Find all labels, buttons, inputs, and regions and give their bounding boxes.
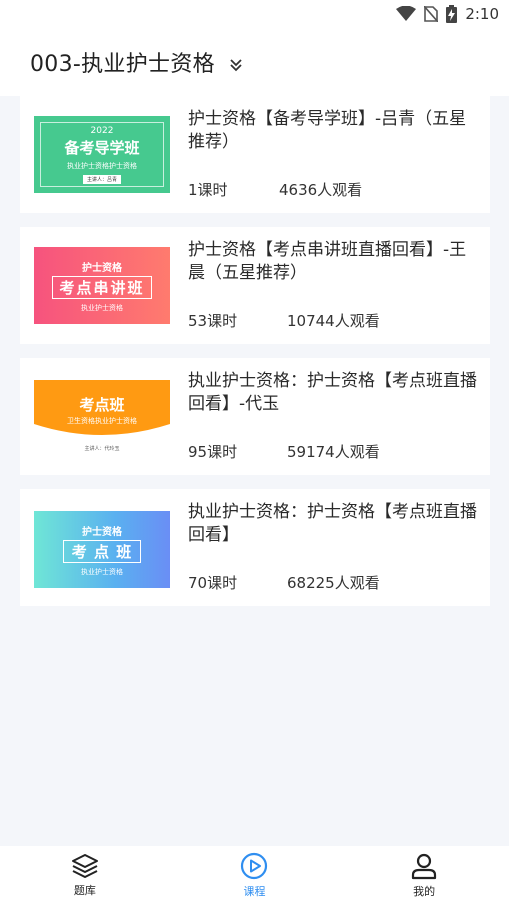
page-header: 003-执业护士资格 <box>0 28 509 96</box>
thumbnail-lecturer: 主讲人：代玲玉 <box>84 446 120 452</box>
thumbnail-sub: 卫生资格执业护士资格 <box>67 417 137 425</box>
course-meta: 70课时 68225人观看 <box>188 572 380 593</box>
course-card[interactable]: 护士资格 考点串讲班 执业护士资格 护士资格【考点串讲班直播回看】-王晨（五星推… <box>20 227 490 344</box>
course-card[interactable]: 护士资格 考 点 班 执业护士资格 执业护士资格：护士资格【考点班直播回看】 7… <box>20 489 490 606</box>
view-count: 59174人观看 <box>287 443 380 461</box>
course-info: 执业护士资格：护士资格【考点班直播回看】-代玉 <box>188 370 482 416</box>
course-list: 2022 备考导学班 执业护士资格护士资格 主讲人：吕青 护士资格【备考导学班】… <box>20 96 490 620</box>
course-thumbnail: 护士资格 考点串讲班 执业护士资格 <box>34 247 170 324</box>
thumbnail-sub: 执业护士资格 <box>81 567 123 576</box>
course-info: 护士资格【备考导学班】-吕青（五星推荐） <box>188 108 482 154</box>
battery-charging-icon <box>446 5 458 23</box>
thumbnail-top: 护士资格 <box>82 526 122 538</box>
course-title: 执业护士资格：护士资格【考点班直播回看】 <box>188 502 477 545</box>
tab-mine[interactable]: 我的 <box>364 852 484 899</box>
page-title: 003-执业护士资格 <box>30 52 215 77</box>
tab-label: 我的 <box>413 884 436 898</box>
thumbnail-sub: 执业护士资格 <box>81 303 123 312</box>
course-meta: 1课时 4636人观看 <box>188 179 362 200</box>
lesson-count: 70课时 <box>188 574 238 592</box>
thumbnail-main: 考点串讲班 <box>52 275 152 299</box>
chevron-double-down-icon[interactable] <box>229 58 243 72</box>
course-title: 护士资格【备考导学班】-吕青（五星推荐） <box>188 109 467 152</box>
tab-courses[interactable]: 课程 <box>194 852 314 899</box>
clock: 2:10 <box>465 5 499 23</box>
view-count: 4636人观看 <box>279 181 363 199</box>
view-count: 68225人观看 <box>287 574 380 592</box>
tab-question-bank[interactable]: 题库 <box>25 853 145 898</box>
tab-label: 课程 <box>243 884 266 898</box>
view-count: 10744人观看 <box>287 312 380 330</box>
thumbnail-main: 考 点 班 <box>62 539 142 563</box>
layers-icon <box>71 853 98 878</box>
course-meta: 95课时 59174人观看 <box>188 441 380 462</box>
status-bar: 2:10 <box>0 0 509 28</box>
thumbnail-main: 考点班 <box>79 396 125 414</box>
tab-label: 题库 <box>73 883 96 897</box>
course-thumbnail: 2022 备考导学班 执业护士资格护士资格 主讲人：吕青 <box>34 116 170 193</box>
course-info: 执业护士资格：护士资格【考点班直播回看】 <box>188 501 482 547</box>
person-icon <box>412 853 437 879</box>
thumbnail-frame <box>40 122 164 187</box>
thumbnail-top: 护士资格 <box>82 262 122 274</box>
course-title: 护士资格【考点串讲班直播回看】-王晨（五星推荐） <box>188 240 467 283</box>
course-title: 执业护士资格：护士资格【考点班直播回看】-代玉 <box>188 371 477 414</box>
lesson-count: 1课时 <box>188 181 228 199</box>
course-thumbnail: 护士资格 考 点 班 执业护士资格 <box>34 511 170 588</box>
course-meta: 53课时 10744人观看 <box>188 310 380 331</box>
bottom-tab-bar: 题库 课程 我的 <box>0 846 509 904</box>
course-card[interactable]: 2022 备考导学班 执业护士资格护士资格 主讲人：吕青 护士资格【备考导学班】… <box>20 96 490 213</box>
wifi-icon <box>396 6 417 21</box>
lesson-count: 95课时 <box>188 443 238 461</box>
no-sim-icon <box>424 6 439 22</box>
course-info: 护士资格【考点串讲班直播回看】-王晨（五星推荐） <box>188 239 482 285</box>
play-circle-icon <box>241 852 268 879</box>
course-thumbnail: 考点班 卫生资格执业护士资格 主讲人：代玲玉 <box>34 380 170 457</box>
course-card[interactable]: 考点班 卫生资格执业护士资格 主讲人：代玲玉 执业护士资格：护士资格【考点班直播… <box>20 358 490 475</box>
lesson-count: 53课时 <box>188 312 238 330</box>
